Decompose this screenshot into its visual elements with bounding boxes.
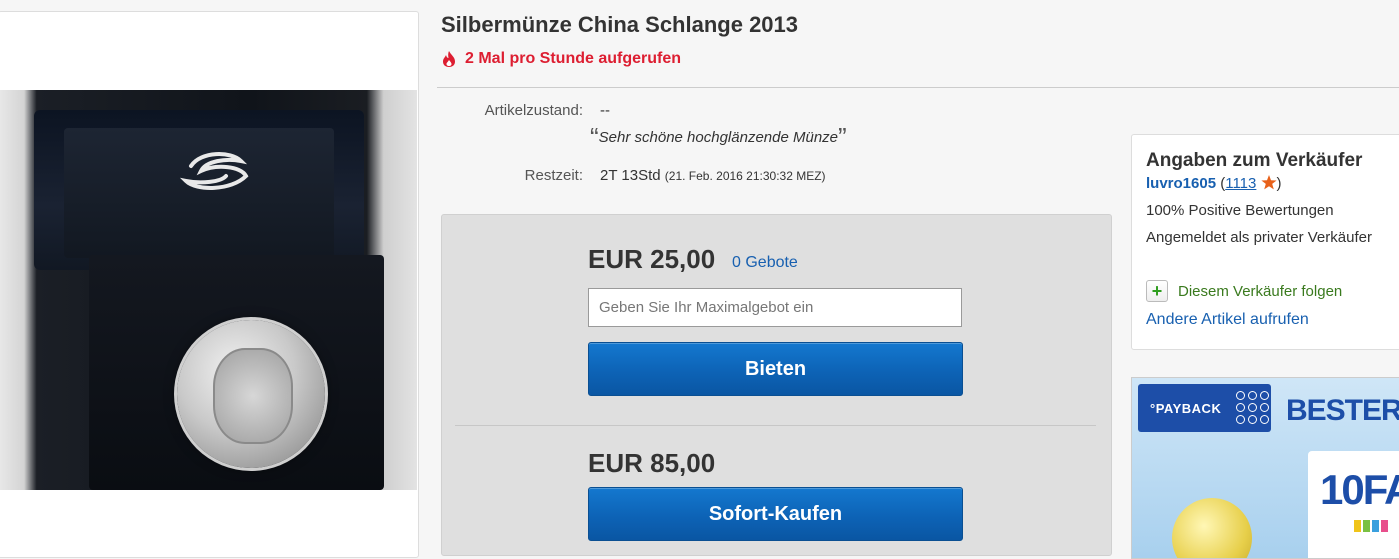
time-left-value: 2T 13Std: [600, 167, 661, 184]
ad-big-text: 10FA: [1320, 466, 1399, 513]
max-bid-input[interactable]: [588, 288, 962, 327]
seller-identity: luvro1605 (1113 ): [1146, 175, 1282, 192]
item-title: Silbermünze China Schlange 2013: [441, 12, 799, 37]
condition-value: --: [600, 102, 610, 119]
seller-note: “Sehr schöne hochglänzende Münze”: [590, 122, 847, 152]
follow-seller-button[interactable]: + Diesem Verkäufer folgen: [1146, 280, 1342, 302]
silver-coin: [177, 320, 325, 468]
end-time: (21. Feb. 2016 21:30:32 MEZ): [664, 169, 826, 183]
ad-headline: BESTER C: [1286, 394, 1399, 427]
seller-heading: Angaben zum Verkäufer: [1146, 150, 1363, 171]
smiley-icon: [1172, 498, 1252, 558]
current-price: EUR 25,00: [588, 244, 716, 274]
plus-icon: +: [1146, 280, 1168, 302]
payback-dots-icon: [1236, 391, 1270, 425]
follow-label: Diesem Verkäufer folgen: [1178, 282, 1343, 300]
title-divider: [437, 87, 1399, 88]
mint-logo-icon: [179, 152, 249, 190]
account-type: Angemeldet als privater Verkäufer: [1146, 229, 1372, 246]
buy-now-button[interactable]: Sofort-Kaufen: [588, 487, 963, 541]
condition-label: Artikelzustand:: [484, 102, 583, 119]
star-icon: [1260, 175, 1277, 190]
feedback-score-link[interactable]: 1113: [1225, 175, 1256, 192]
views-text: 2 Mal pro Stunde aufgerufen: [465, 50, 682, 67]
bid-button[interactable]: Bieten: [588, 342, 963, 396]
payback-ad[interactable]: °PAYBACK BESTER C 10FA: [1131, 377, 1399, 559]
views-indicator: 2 Mal pro Stunde aufgerufen: [441, 50, 681, 68]
flame-icon: [443, 51, 455, 67]
positive-feedback: 100% Positive Bewertungen: [1146, 202, 1334, 219]
item-image-panel: [0, 11, 419, 558]
other-items-link[interactable]: Andere Artikel aufrufen: [1146, 311, 1309, 329]
bids-count-link[interactable]: 0 Gebote: [732, 254, 798, 272]
time-left: 2T 13Std (21. Feb. 2016 21:30:32 MEZ): [600, 167, 826, 184]
payback-logo: °PAYBACK: [1138, 384, 1271, 432]
seller-note-text: Sehr schöne hochglänzende Münze: [598, 129, 839, 146]
seller-name-link[interactable]: luvro1605: [1146, 175, 1216, 192]
payback-brand: °PAYBACK: [1150, 401, 1222, 416]
buy-now-price: EUR 85,00: [588, 448, 716, 478]
item-photo[interactable]: [0, 90, 417, 490]
time-label: Restzeit:: [524, 167, 583, 184]
bid-divider: [455, 425, 1096, 426]
